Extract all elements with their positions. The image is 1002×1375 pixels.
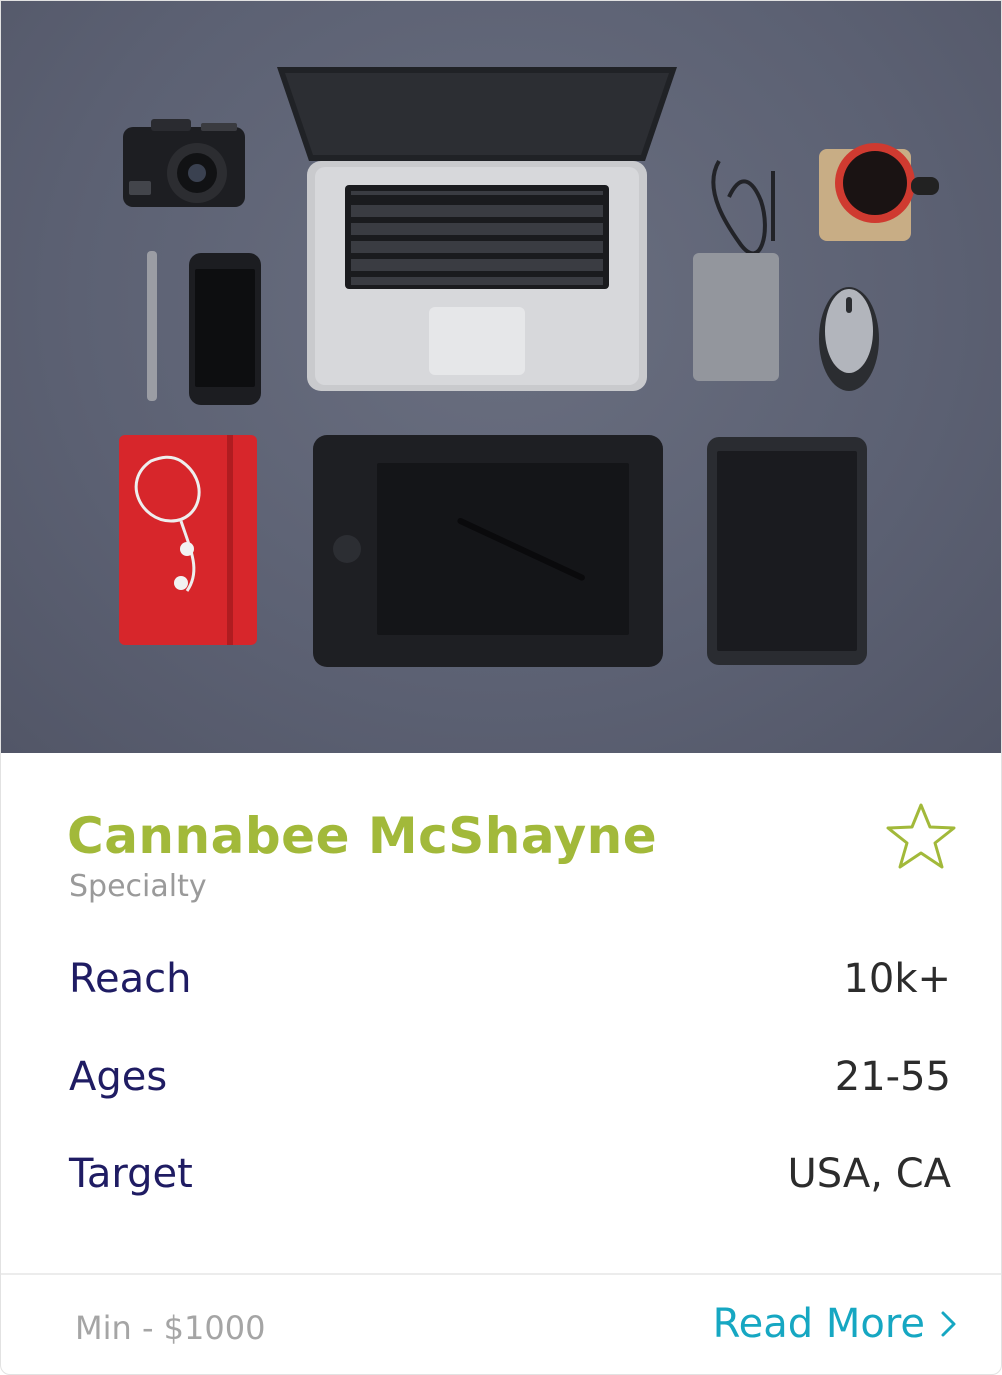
coffee-cup-illustration: [819, 143, 939, 241]
desk-flatlay-illustration: [119, 67, 939, 667]
phone-illustration: [189, 253, 261, 405]
footer-divider: [1, 1273, 1001, 1275]
read-more-label: Read More: [712, 1301, 925, 1347]
drawing-tablet-illustration: [313, 435, 663, 667]
profile-name: Cannabee McShayne: [67, 807, 658, 865]
stat-row-reach: Reach 10k+: [69, 956, 951, 1016]
pen-illustration: [147, 251, 157, 401]
notebook-illustration: [119, 435, 257, 645]
stat-value: USA, CA: [787, 1151, 952, 1197]
mouse-illustration: [819, 287, 879, 391]
hard-drive-illustration: [693, 253, 779, 381]
tablet-illustration: [707, 437, 867, 665]
stat-row-target: Target USA, CA: [69, 1151, 951, 1211]
min-price: Min - $1000: [75, 1309, 266, 1347]
chevron-right-icon: [941, 1311, 956, 1337]
laptop-illustration: [277, 67, 677, 391]
usb-cable-illustration: [711, 159, 775, 256]
stat-label: Ages: [69, 1054, 168, 1100]
camera-illustration: [123, 119, 245, 207]
stat-label: Target: [69, 1151, 193, 1197]
stat-row-ages: Ages 21-55: [69, 1054, 951, 1114]
stat-value: 10k+: [843, 956, 951, 1002]
hero-image: [1, 1, 1001, 753]
stat-value: 21-55: [834, 1054, 951, 1100]
profile-card: Cannabee McShayne Specialty Reach 10k+ A…: [0, 0, 1002, 1375]
stat-label: Reach: [69, 956, 192, 1002]
read-more-link[interactable]: Read More: [713, 1301, 959, 1347]
profile-specialty: Specialty: [69, 869, 207, 904]
star-outline-icon[interactable]: [885, 801, 957, 871]
